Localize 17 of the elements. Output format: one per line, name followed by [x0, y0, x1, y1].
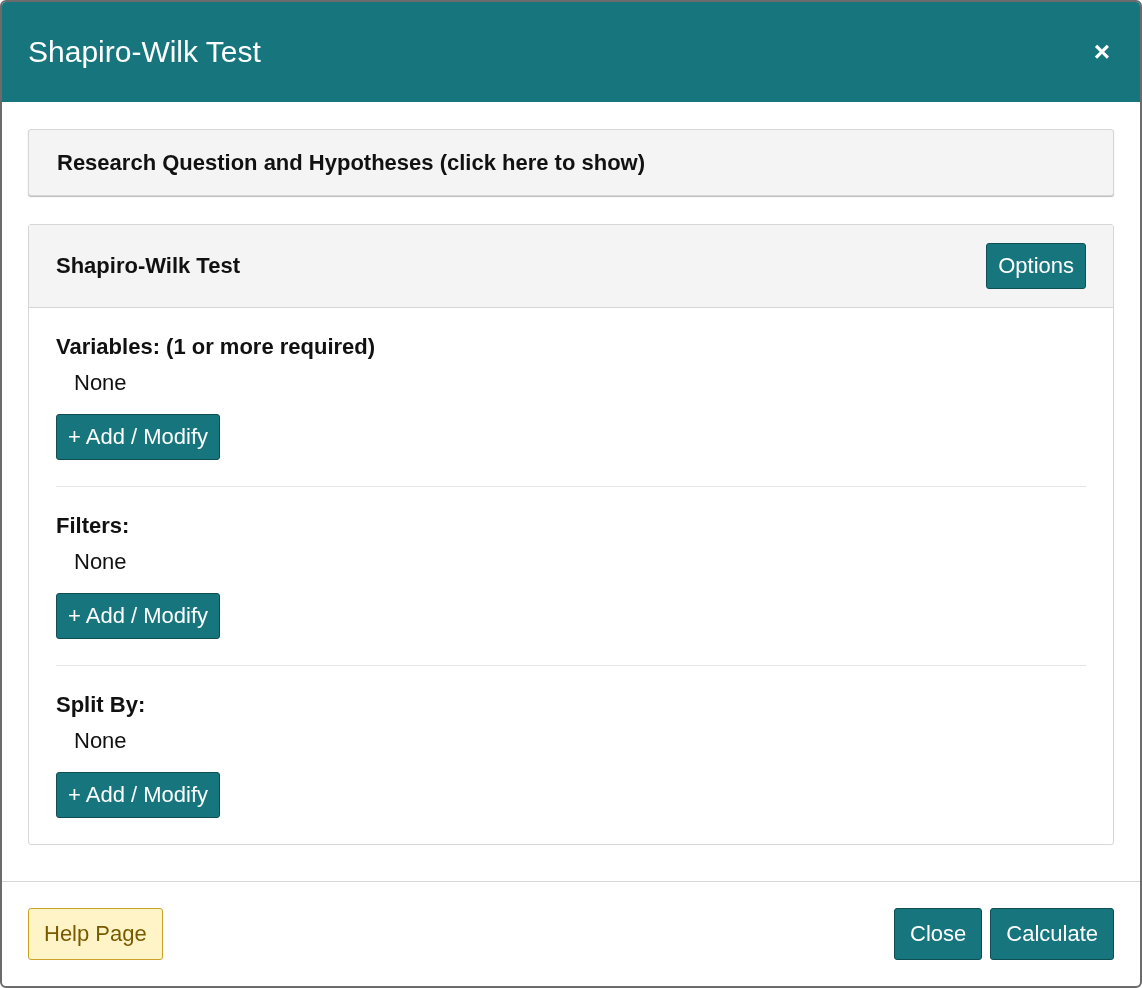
footer-button[interactable]: Calculate [990, 908, 1114, 960]
panel-title: Shapiro-Wilk Test [56, 253, 240, 279]
close-button[interactable]: × [1089, 36, 1114, 68]
add-modify-button[interactable]: + Add / Modify [56, 593, 221, 639]
dialog-title: Shapiro-Wilk Test [28, 35, 261, 69]
section-value: None [74, 370, 127, 396]
footer-button[interactable]: Close [894, 908, 983, 960]
options-button[interactable]: Options [986, 243, 1086, 289]
section-label: Variables: (1 or more required) [56, 334, 376, 360]
add-modify-button[interactable]: + Add / Modify [56, 772, 221, 818]
section-value: None [74, 549, 127, 575]
section-value: None [74, 728, 127, 754]
add-modify-button[interactable]: + Add / Modify [56, 414, 221, 460]
section-label: Split By: [56, 692, 146, 718]
section-label: Filters: [56, 513, 130, 539]
collapsed-panel-header[interactable]: Research Question and Hypotheses (click here to show) [28, 129, 1114, 196]
help-page-button[interactable]: Help Page [28, 908, 163, 960]
